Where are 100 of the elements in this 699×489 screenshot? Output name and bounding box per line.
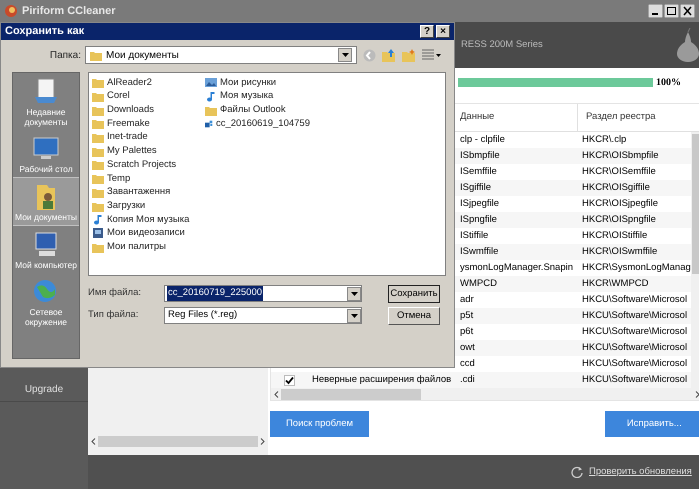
folder-icon <box>92 173 104 184</box>
table-cell-text: ISwmffile <box>459 244 500 259</box>
table-cell-text: HKCU\Software\Microsol <box>581 292 688 307</box>
table-cell-text: .cdi <box>459 372 476 387</box>
column-header[interactable]: Раздел реестра <box>578 104 699 131</box>
table-cell-text: ISjpegfile <box>459 196 500 211</box>
fix-button[interactable]: Исправить... <box>604 411 699 437</box>
folder-icon <box>92 104 104 116</box>
file-item[interactable]: Загрузки <box>107 198 146 214</box>
close-button[interactable]: × <box>436 25 450 38</box>
table-cell-text: Неверные расширения файлов <box>312 372 452 387</box>
folder-icon <box>92 159 104 170</box>
maximize-icon[interactable] <box>664 4 679 18</box>
table-cell-text: HKCR\OISjpegfile <box>581 196 660 211</box>
table-cell-text: HKCR\SysmonLogManag <box>581 260 691 275</box>
view-menu-icon[interactable] <box>422 49 442 61</box>
file-item[interactable]: Файлы Outlook <box>220 103 286 118</box>
table-cell-text: HKCR\OISbmpfile <box>581 148 660 163</box>
places-item[interactable]: Сетевое окружение <box>13 273 79 330</box>
table-cell-text: HKCR\OIStiffile <box>581 228 648 243</box>
app-title: Piriform CCleaner <box>22 4 116 19</box>
table-cell-text: p6t <box>459 324 474 339</box>
scroll-left-icon[interactable] <box>274 390 279 398</box>
table-cell-text: owt <box>459 340 476 355</box>
file-item[interactable]: Моя музыка <box>220 89 274 104</box>
file-item[interactable]: cc_20160619_104759 <box>216 116 310 132</box>
table-cell-text: WMPCD <box>459 276 498 291</box>
table-cell-text: ISpngfile <box>459 212 498 227</box>
file-item[interactable]: My Palettes <box>107 144 157 158</box>
folder-icon <box>92 91 104 102</box>
table-cell-text: ISgiffile <box>459 180 492 195</box>
up-folder-icon[interactable] <box>382 48 396 62</box>
table-cell-text: HKCR\WMPCD <box>581 276 650 291</box>
row-checkbox[interactable] <box>284 374 295 386</box>
table-cell-text: ISemffile <box>459 164 498 179</box>
dialog-title: Сохранить как <box>5 24 84 40</box>
file-item[interactable]: Мои видеозаписи <box>107 226 185 241</box>
table-cell-text: HKCR\OISpngfile <box>581 212 657 227</box>
file-item[interactable]: Temp <box>107 172 130 186</box>
folder-icon <box>90 50 102 60</box>
check-updates-link[interactable]: Проверить обновления <box>589 464 692 480</box>
file-item[interactable]: Завантаження <box>107 185 170 200</box>
column-header[interactable]: Данные <box>457 104 578 131</box>
progress-reading: 100% <box>656 76 681 90</box>
cancel-button[interactable]: Отмена <box>388 307 440 325</box>
table-cell-text: HKCU\Software\Microsol <box>581 324 688 339</box>
image-icon <box>205 77 217 88</box>
music-note-icon <box>205 90 217 103</box>
places-item[interactable]: Мой компьютер <box>13 226 79 273</box>
file-item[interactable]: Мои рисунки <box>220 76 276 90</box>
folder-icon <box>92 186 104 198</box>
file-item[interactable]: Мои палитры <box>107 240 166 254</box>
folder-label: Папка: <box>48 48 82 62</box>
folder-icon <box>92 200 104 212</box>
filetype-combo[interactable]: Reg Files (*.reg) <box>164 307 362 324</box>
table-cell-text: IStiffile <box>459 228 490 243</box>
scroll-right-icon[interactable] <box>694 390 699 398</box>
table-cell-text: clp - clpfile <box>459 132 506 147</box>
table-cell-text: p5t <box>459 308 474 323</box>
folder-icon <box>92 146 104 157</box>
places-item[interactable]: Рабочий стол <box>13 130 79 177</box>
folder-icon <box>92 118 104 130</box>
folder-combo[interactable]: Мои документы <box>85 46 357 64</box>
scroll-left-icon[interactable] <box>91 438 96 444</box>
folder-icon <box>205 104 217 116</box>
system-info: RESS 200M Series <box>460 38 543 52</box>
field-label: Имя файла: <box>88 286 142 300</box>
field-label: Тип файла: <box>88 308 140 322</box>
horizontal-scrollbar[interactable] <box>271 388 699 400</box>
places-item[interactable]: Недавние документы <box>13 73 79 130</box>
folder-icon <box>92 242 104 253</box>
scan-button[interactable]: Поиск проблем <box>270 411 369 437</box>
scroll-right-icon[interactable] <box>260 438 265 444</box>
table-cell-text: ysmonLogManager.Snapin <box>459 260 574 275</box>
minimize-icon[interactable] <box>648 4 663 18</box>
refresh-icon <box>571 466 584 478</box>
file-item[interactable]: Downloads <box>107 103 154 118</box>
table-cell-text: HKCR\.clp <box>581 132 628 147</box>
file-item[interactable]: Inet-trade <box>107 130 148 145</box>
help-button[interactable]: ? <box>420 25 434 38</box>
file-item[interactable]: Копия Моя музыка <box>107 212 190 227</box>
music-note-icon <box>92 214 104 226</box>
table-cell-text: HKCR\OISemffile <box>581 164 657 179</box>
filename-field[interactable]: cc_20160719_225000 <box>164 285 362 302</box>
registry-file-icon <box>205 118 213 130</box>
video-icon <box>92 227 104 240</box>
folder-icon <box>92 77 104 88</box>
close-icon[interactable] <box>680 4 695 18</box>
table-cell-text: ISbmpfile <box>459 148 501 163</box>
table-cell-text: HKCU\Software\Microsol <box>581 372 688 387</box>
file-item[interactable]: Freemake <box>107 116 150 132</box>
folder-icon <box>92 132 104 144</box>
file-item[interactable]: AlReader2 <box>107 76 152 90</box>
table-cell-text: HKCR\OISgiffile <box>581 180 651 195</box>
file-item[interactable]: Corel <box>107 89 130 104</box>
table-cell-text: HKCR\OISwmffile <box>581 244 658 259</box>
save-button[interactable]: Сохранить <box>388 285 440 303</box>
table-cell-text: HKCU\Software\Microsol <box>581 308 688 323</box>
file-item[interactable]: Scratch Projects <box>107 158 176 172</box>
table-cell-text: ccd <box>459 356 476 371</box>
